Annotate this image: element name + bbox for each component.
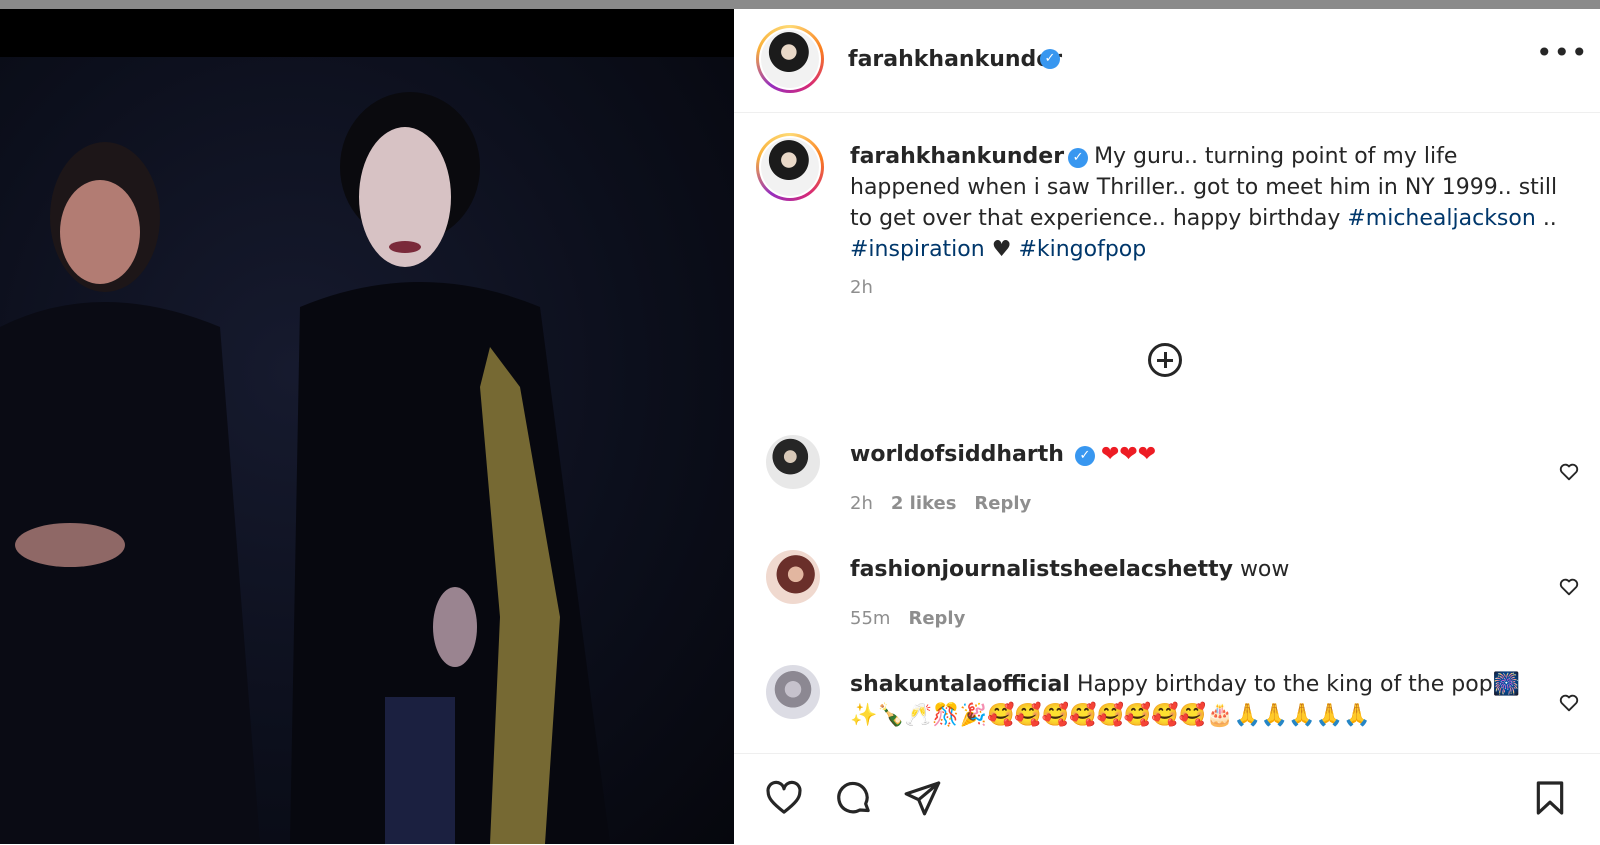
comment-like-icon[interactable] xyxy=(1558,461,1580,483)
comment-username[interactable]: shakuntalaofficial xyxy=(850,672,1070,697)
post-photo-pane xyxy=(0,9,734,844)
comment-likes[interactable]: 2 likes xyxy=(891,493,957,514)
comment-avatar[interactable] xyxy=(766,665,820,719)
comment-avatar[interactable] xyxy=(766,435,820,489)
photo-figure-left-face xyxy=(60,180,140,284)
photo-figure-right-legs xyxy=(385,697,455,844)
post-action-bar xyxy=(734,753,1600,845)
post-time[interactable]: 2h xyxy=(850,277,873,298)
comment-body: shakuntalaofficial Happy birthday to the… xyxy=(850,669,1530,731)
photo-figure-left-body xyxy=(0,302,260,844)
verified-badge-icon: ✓ xyxy=(1074,446,1095,466)
caption-username[interactable]: farahkhankunder xyxy=(850,144,1064,169)
post-photo xyxy=(0,57,734,844)
comment-meta: 55m Reply xyxy=(850,608,965,629)
more-options-icon[interactable]: ••• xyxy=(1536,39,1589,67)
comment-body: worldofsiddharth ✓ ❤❤❤ xyxy=(850,439,1530,470)
hashtag-michealjackson[interactable]: #michealjackson xyxy=(1347,206,1535,231)
post-caption: farahkhankunder ✓ My guru.. turning point … xyxy=(850,141,1560,265)
load-more-comments-icon[interactable] xyxy=(1148,343,1182,377)
comment-meta: 2h 2 likes Reply xyxy=(850,493,1031,514)
author-avatar[interactable] xyxy=(756,25,824,93)
heart-glyph: ♥ xyxy=(991,237,1012,262)
like-icon[interactable] xyxy=(764,778,804,818)
browser-top-strip xyxy=(0,0,1600,9)
comment-time[interactable]: 55m xyxy=(850,608,890,629)
comment-reply-button[interactable]: Reply xyxy=(908,608,965,629)
hashtag-kingofpop[interactable]: #kingofpop xyxy=(1018,237,1146,262)
verified-badge-icon: ✓ xyxy=(1040,49,1060,69)
comment-text: wow xyxy=(1239,557,1290,582)
comment-like-icon[interactable] xyxy=(1558,692,1580,714)
caption-separator: .. xyxy=(1542,206,1557,231)
author-avatar-image xyxy=(761,30,819,88)
comment-like-icon[interactable] xyxy=(1558,576,1580,598)
share-icon[interactable] xyxy=(902,778,942,818)
comment-reply-button[interactable]: Reply xyxy=(974,493,1031,514)
photo-figure-left-hands xyxy=(15,523,125,567)
hashtag-inspiration[interactable]: #inspiration xyxy=(850,237,985,262)
post-header: farahkhankunder ✓ ••• xyxy=(734,9,1600,113)
caption-author-avatar-image xyxy=(761,138,819,196)
save-icon[interactable] xyxy=(1530,778,1570,818)
photo-letterbox xyxy=(0,9,734,57)
post-photo-illustration xyxy=(0,92,610,844)
comment-body: fashionjournalistsheelacshetty wow xyxy=(850,554,1530,585)
post-details-pane: farahkhankunder ✓ ••• farahkhankunder ✓ My… xyxy=(734,9,1600,844)
comment-text: ❤❤❤ xyxy=(1100,442,1157,467)
comment-username[interactable]: worldofsiddharth xyxy=(850,442,1064,467)
comment-time[interactable]: 2h xyxy=(850,493,873,514)
author-username[interactable]: farahkhankunder xyxy=(848,47,1062,72)
caption-author-avatar[interactable] xyxy=(756,133,824,201)
photo-figure-right-lips xyxy=(389,241,421,253)
photo-figure-right-hand xyxy=(433,587,477,667)
verified-badge-icon: ✓ xyxy=(1068,148,1089,168)
comment-username[interactable]: fashionjournalistsheelacshetty xyxy=(850,557,1233,582)
comment-icon[interactable] xyxy=(834,778,874,818)
comment-avatar[interactable] xyxy=(766,550,820,604)
